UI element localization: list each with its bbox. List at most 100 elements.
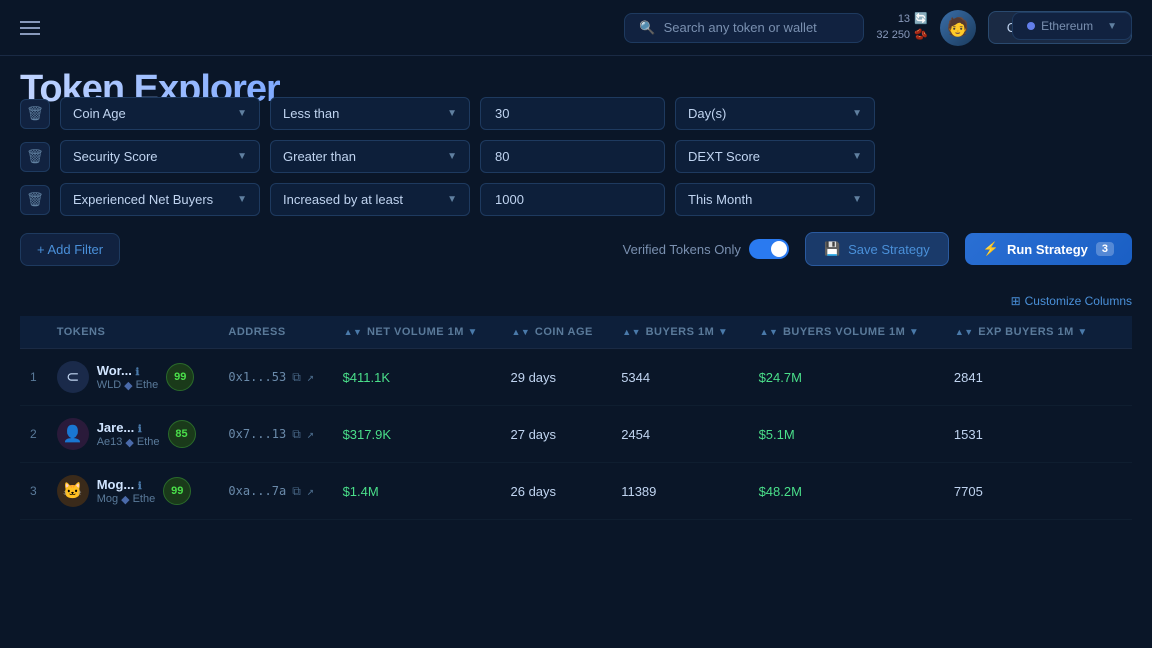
copy-icon[interactable]: ⧉ xyxy=(292,427,301,442)
delete-filter-0[interactable]: 🗑 xyxy=(20,99,50,129)
table-row: 3 🐱 Mog... ℹ Mog ◆ Ethe 99 0xa...7a ⧉ ↗ … xyxy=(20,463,1132,520)
token-avatar: ⊂ xyxy=(57,361,89,393)
col-extra xyxy=(1110,316,1132,349)
token-avatar: 🐱 xyxy=(57,475,89,507)
filter-field-0[interactable]: Coin Age ▼ xyxy=(60,97,260,130)
address-cell: 0xa...7a ⧉ ↗ xyxy=(218,463,332,520)
eth-dot xyxy=(1027,22,1035,30)
search-icon: 🔍 xyxy=(639,20,655,36)
row-num: 3 xyxy=(20,463,47,520)
filter-value-0[interactable]: 30 xyxy=(480,97,665,130)
filter-value-1[interactable]: 80 xyxy=(480,140,665,173)
col-exp-buyers[interactable]: ▲▼ EXP BUYERS 1M ▼ xyxy=(944,316,1110,349)
copy-icon[interactable]: ⧉ xyxy=(292,484,301,499)
net-volume: $1.4M xyxy=(333,463,501,520)
filter-value-2[interactable]: 1000 xyxy=(480,183,665,216)
token-info: Wor... ℹ WLD ◆ Ethe xyxy=(97,363,159,392)
buyers-volume: $5.1M xyxy=(749,406,944,463)
filter-operator-0[interactable]: Less than ▼ xyxy=(270,97,470,130)
stats-top: 13 xyxy=(898,12,910,27)
col-address: ADDRESS xyxy=(218,316,332,349)
chevron-down-icon: ▼ xyxy=(237,194,247,205)
filter-icon: ⚡ xyxy=(983,241,999,257)
exp-buyers: 1531 xyxy=(944,406,1110,463)
buyers-volume: $24.7M xyxy=(749,349,944,406)
filter-operator-2[interactable]: Increased by at least ▼ xyxy=(270,183,470,216)
avatar[interactable]: 🧑 xyxy=(940,10,976,46)
token-info: Mog... ℹ Mog ◆ Ethe xyxy=(97,477,156,506)
table-header-row: TOKENS ADDRESS ▲▼ NET VOLUME 1M ▼ ▲▼ COI… xyxy=(20,316,1132,349)
delete-filter-2[interactable]: 🗑 xyxy=(20,185,50,215)
table-row: 1 ⊂ Wor... ℹ WLD ◆ Ethe 99 0x1...53 ⧉ ↗ … xyxy=(20,349,1132,406)
token-cell: 👤 Jare... ℹ Ae13 ◆ Ethe 85 xyxy=(47,406,219,463)
chevron-down-icon: ▼ xyxy=(447,194,457,205)
row-actions xyxy=(1110,406,1132,463)
page-content: Token Explorer Ethereum ▼ 🗑 Coin Age ▼ L… xyxy=(0,56,1152,520)
col-num xyxy=(20,316,47,349)
row-num: 1 xyxy=(20,349,47,406)
hamburger-menu[interactable] xyxy=(20,21,40,35)
verified-toggle-row: Verified Tokens Only xyxy=(623,239,789,259)
search-bar[interactable]: 🔍 Search any token or wallet xyxy=(624,13,864,43)
token-sub: Ae13 ◆ Ethe xyxy=(97,436,160,449)
customize-icon: ⊞ xyxy=(1011,294,1021,308)
token-cell: ⊂ Wor... ℹ WLD ◆ Ethe 99 xyxy=(47,349,219,406)
copy-icon[interactable]: ⧉ xyxy=(292,370,301,385)
buyers: 5344 xyxy=(611,349,748,406)
token-cell: 🐱 Mog... ℹ Mog ◆ Ethe 99 xyxy=(47,463,219,520)
chevron-down-icon: ▼ xyxy=(852,108,862,119)
token-name: Wor... ℹ xyxy=(97,363,159,378)
filter-row-0: 🗑 Coin Age ▼ Less than ▼ 30 Day(s) ▼ xyxy=(20,97,1132,130)
token-avatar: 👤 xyxy=(57,418,89,450)
network-badge[interactable]: Ethereum ▼ xyxy=(1012,12,1132,40)
row-actions xyxy=(1110,349,1132,406)
header: 🔍 Search any token or wallet 13 🔄 32 250… xyxy=(0,0,1152,56)
filter-field-2[interactable]: Experienced Net Buyers ▼ xyxy=(60,183,260,216)
delete-filter-1[interactable]: 🗑 xyxy=(20,142,50,172)
customize-columns-button[interactable]: ⊞ Customize Columns xyxy=(1011,294,1132,308)
external-link-icon[interactable]: ↗ xyxy=(307,484,314,498)
customize-cols-bar: ⊞ Customize Columns xyxy=(20,290,1132,316)
col-coin-age[interactable]: ▲▼ COIN AGE xyxy=(501,316,612,349)
chevron-down-icon: ▼ xyxy=(447,108,457,119)
buyers-volume: $48.2M xyxy=(749,463,944,520)
external-link-icon[interactable]: ↗ xyxy=(307,427,314,441)
run-count-badge: 3 xyxy=(1096,242,1114,256)
col-net-volume[interactable]: ▲▼ NET VOLUME 1M ▼ xyxy=(333,316,501,349)
chevron-down-icon: ▼ xyxy=(237,108,247,119)
col-buyers-volume[interactable]: ▲▼ BUYERS VOLUME 1M ▼ xyxy=(749,316,944,349)
filter-unit-2[interactable]: This Month ▼ xyxy=(675,183,875,216)
filter-controls: + Add Filter Verified Tokens Only 💾 Save… xyxy=(20,232,1132,266)
token-name: Jare... ℹ xyxy=(97,420,160,435)
token-sub: Mog ◆ Ethe xyxy=(97,493,156,506)
score-badge: 99 xyxy=(163,477,191,505)
token-info: Jare... ℹ Ae13 ◆ Ethe xyxy=(97,420,160,449)
filter-field-1[interactable]: Security Score ▼ xyxy=(60,140,260,173)
external-link-icon[interactable]: ↗ xyxy=(307,370,314,384)
bean-icon: 🫘 xyxy=(914,28,928,43)
address-text: 0xa...7a xyxy=(228,484,286,498)
exp-buyers: 2841 xyxy=(944,349,1110,406)
verified-toggle[interactable] xyxy=(749,239,789,259)
filter-unit-1[interactable]: DEXT Score ▼ xyxy=(675,140,875,173)
run-strategy-button[interactable]: ⚡ Run Strategy 3 xyxy=(965,233,1132,265)
filter-unit-0[interactable]: Day(s) ▼ xyxy=(675,97,875,130)
verified-label: Verified Tokens Only xyxy=(623,242,741,257)
add-filter-button[interactable]: + Add Filter xyxy=(20,233,120,266)
address-text: 0x1...53 xyxy=(228,370,286,384)
save-strategy-button[interactable]: 💾 Save Strategy xyxy=(805,232,949,266)
filter-operator-1[interactable]: Greater than ▼ xyxy=(270,140,470,173)
col-tokens: TOKENS xyxy=(47,316,219,349)
chevron-down-icon: ▼ xyxy=(237,151,247,162)
row-num: 2 xyxy=(20,406,47,463)
col-buyers[interactable]: ▲▼ BUYERS 1M ▼ xyxy=(611,316,748,349)
exp-buyers: 7705 xyxy=(944,463,1110,520)
address-cell: 0x1...53 ⧉ ↗ xyxy=(218,349,332,406)
address-cell: 0x7...13 ⧉ ↗ xyxy=(218,406,332,463)
coin-age: 29 days xyxy=(501,349,612,406)
token-sub: WLD ◆ Ethe xyxy=(97,379,159,392)
net-volume: $411.1K xyxy=(333,349,501,406)
coin-age: 27 days xyxy=(501,406,612,463)
network-label: Ethereum xyxy=(1041,19,1093,33)
chevron-down-icon: ▼ xyxy=(852,151,862,162)
